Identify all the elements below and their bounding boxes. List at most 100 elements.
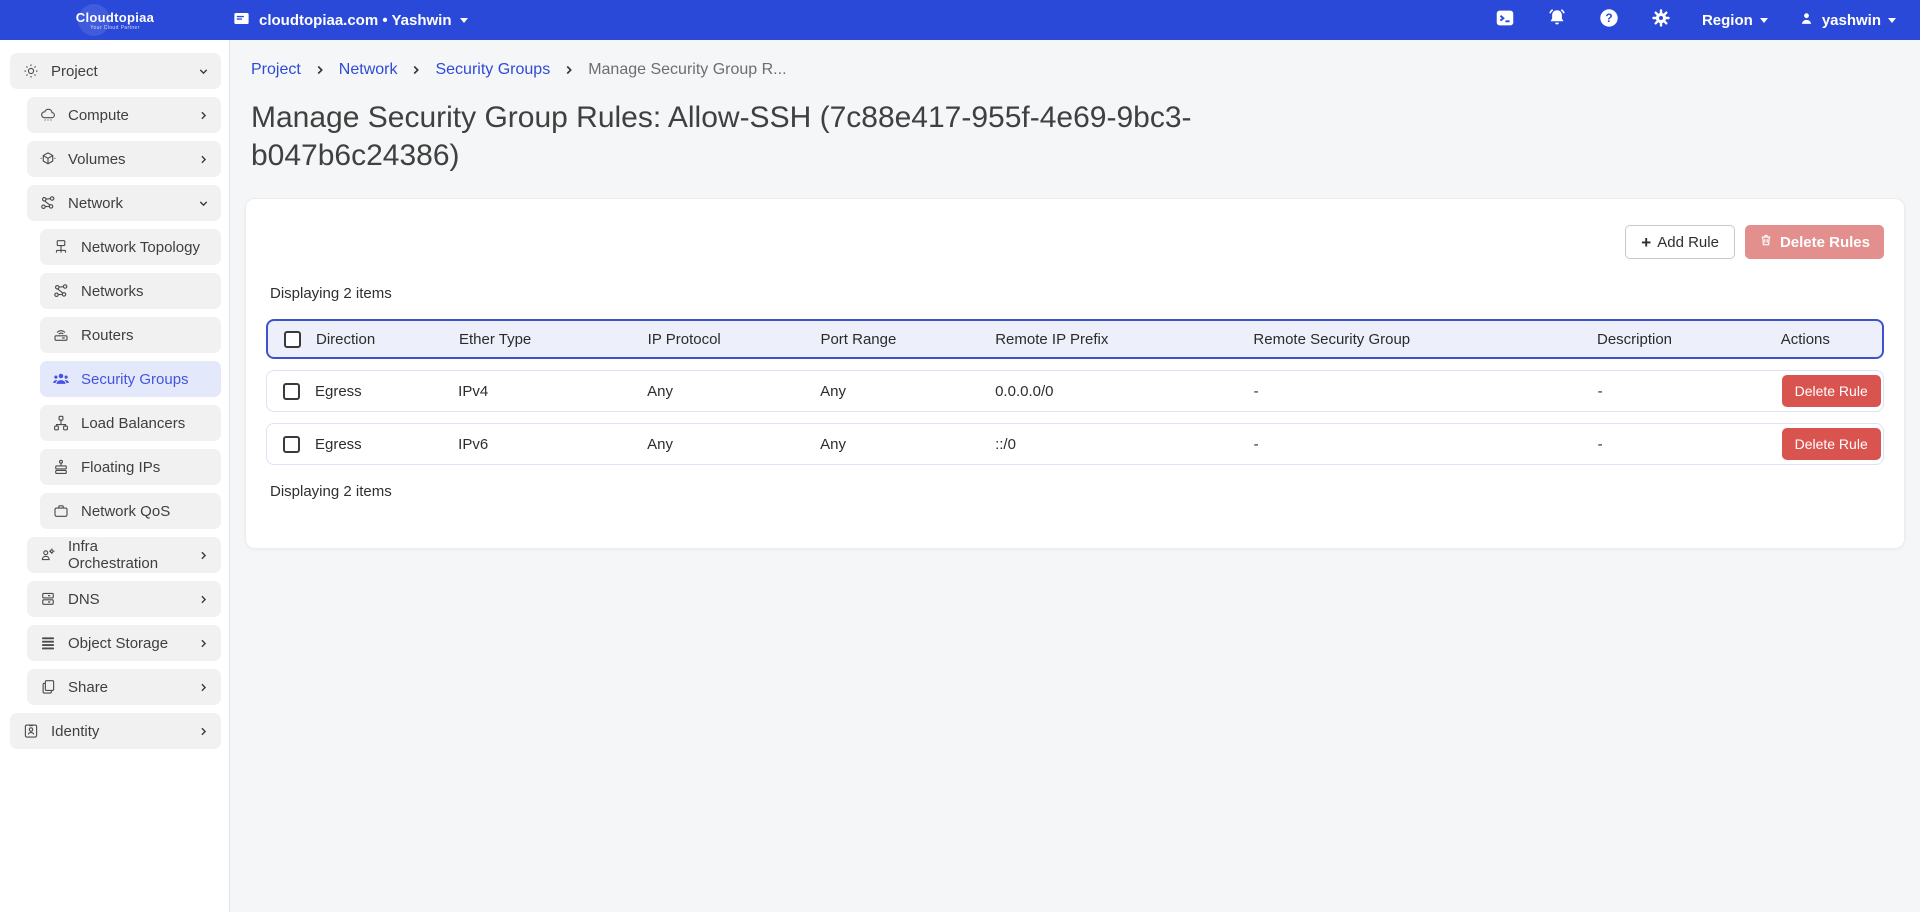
network-icon (39, 194, 57, 212)
settings-button[interactable] (1650, 9, 1672, 31)
security-groups-icon (52, 370, 70, 388)
column-header-ip-protocol: IP Protocol (648, 331, 821, 348)
sidebar-item-identity[interactable]: Identity (10, 713, 221, 749)
sidebar-item-share[interactable]: Share (27, 669, 221, 705)
column-header-description: Description (1597, 331, 1781, 348)
select-all-checkbox[interactable] (284, 331, 301, 348)
floating-ip-icon (52, 458, 70, 476)
domain-switcher[interactable]: cloudtopiaa.com • Yashwin (232, 9, 468, 32)
sidebar-item-label: Compute (68, 107, 129, 124)
help-icon: ? (1598, 7, 1620, 34)
chevron-right-icon (198, 594, 209, 605)
sidebar-item-volumes[interactable]: Volumes (27, 141, 221, 177)
add-rule-button[interactable]: + Add Rule (1625, 225, 1735, 259)
sidebar-item-networks[interactable]: Networks (40, 273, 221, 309)
delete-rule-button[interactable]: Delete Rule (1782, 428, 1881, 460)
cell-remote-security-group: - (1254, 383, 1598, 400)
delete-rules-button[interactable]: Delete Rules (1745, 225, 1884, 259)
window-icon (232, 9, 251, 32)
cell-description: - (1598, 436, 1782, 453)
sidebar-item-routers[interactable]: Routers (40, 317, 221, 353)
breadcrumb-separator-icon (314, 64, 326, 76)
cell-ip-protocol: Any (647, 436, 820, 453)
sidebar-item-security-groups[interactable]: Security Groups (40, 361, 221, 397)
brand-logo[interactable]: Cloudtopiaa Your Cloud Partner (0, 0, 230, 40)
sidebar-item-label: Infra Orchestration (68, 538, 187, 572)
plus-icon: + (1641, 234, 1651, 251)
breadcrumb-separator-icon (563, 64, 575, 76)
column-header-actions: Actions (1781, 331, 1882, 348)
cell-direction: Egress (315, 436, 458, 453)
load-balancer-icon (52, 414, 70, 432)
items-count-top: Displaying 2 items (270, 285, 1884, 302)
sidebar-item-network-qos[interactable]: Network QoS (40, 493, 221, 529)
delete-rules-label: Delete Rules (1780, 234, 1870, 251)
chevron-right-icon (198, 550, 209, 561)
sidebar-item-network-topology[interactable]: Network Topology (40, 229, 221, 265)
sidebar-item-label: Security Groups (81, 371, 189, 388)
sidebar-item-label: Identity (51, 723, 99, 740)
brand-tagline: Your Cloud Partner (90, 25, 140, 31)
main-content: Project Network Security Groups Manage S… (230, 40, 1920, 912)
breadcrumb-security-groups[interactable]: Security Groups (435, 61, 550, 79)
stacked-lines-icon (39, 634, 57, 652)
panel-actions: + Add Rule Delete Rules (266, 225, 1884, 259)
sidebar-item-compute[interactable]: Compute (27, 97, 221, 133)
add-rule-label: Add Rule (1657, 234, 1719, 251)
breadcrumb-network[interactable]: Network (339, 61, 398, 79)
caret-down-icon (460, 18, 468, 23)
breadcrumb-project[interactable]: Project (251, 61, 301, 79)
cell-ether-type: IPv4 (458, 383, 647, 400)
cell-description: - (1598, 383, 1782, 400)
sidebar-item-label: DNS (68, 591, 100, 608)
sidebar-item-label: Network QoS (81, 503, 170, 520)
sidebar-item-network[interactable]: Network (27, 185, 221, 221)
row-checkbox[interactable] (283, 383, 300, 400)
help-button[interactable]: ? (1598, 9, 1620, 31)
column-header-ether-type: Ether Type (459, 331, 648, 348)
sidebar-item-label: Networks (81, 283, 144, 300)
row-checkbox[interactable] (283, 436, 300, 453)
sidebar-item-dns[interactable]: DNS (27, 581, 221, 617)
chevron-right-icon (198, 154, 209, 165)
sidebar: Project Compute Volumes Network Network … (0, 40, 230, 912)
bell-icon (1546, 7, 1568, 34)
breadcrumb: Project Network Security Groups Manage S… (251, 61, 1905, 79)
column-header-direction: Direction (316, 331, 459, 348)
sidebar-item-label: Load Balancers (81, 415, 185, 432)
orchestration-icon (39, 546, 57, 564)
cell-remote-ip-prefix: ::/0 (995, 436, 1254, 453)
user-label: yashwin (1822, 12, 1881, 29)
briefcase-icon (52, 502, 70, 520)
sidebar-item-object-storage[interactable]: Object Storage (27, 625, 221, 661)
chevron-right-icon (198, 726, 209, 737)
sidebar-item-label: Project (51, 63, 98, 80)
chevron-right-icon (198, 638, 209, 649)
documents-icon (39, 678, 57, 696)
user-dropdown[interactable]: yashwin (1798, 10, 1896, 31)
notifications-button[interactable] (1546, 9, 1568, 31)
sidebar-item-load-balancers[interactable]: Load Balancers (40, 405, 221, 441)
table-header: Direction Ether Type IP Protocol Port Ra… (266, 319, 1884, 359)
cell-ip-protocol: Any (647, 383, 820, 400)
delete-rule-button[interactable]: Delete Rule (1782, 375, 1881, 407)
region-label: Region (1702, 12, 1753, 29)
cloud-icon (39, 106, 57, 124)
sidebar-item-label: Routers (81, 327, 134, 344)
sidebar-item-infra-orchestration[interactable]: Infra Orchestration (27, 537, 221, 573)
cube-icon (39, 150, 57, 168)
cell-port-range: Any (820, 436, 995, 453)
sidebar-item-label: Network (68, 195, 123, 212)
sidebar-item-floating-ips[interactable]: Floating IPs (40, 449, 221, 485)
router-icon (52, 326, 70, 344)
cell-remote-security-group: - (1254, 436, 1598, 453)
region-dropdown[interactable]: Region (1702, 12, 1768, 29)
chevron-down-icon (198, 66, 209, 77)
cell-direction: Egress (315, 383, 458, 400)
id-card-icon (22, 722, 40, 740)
caret-down-icon (1760, 18, 1768, 23)
sidebar-item-label: Volumes (68, 151, 126, 168)
sidebar-item-project[interactable]: Project (10, 53, 221, 89)
domain-switcher-label: cloudtopiaa.com • Yashwin (259, 12, 452, 29)
console-button[interactable] (1494, 9, 1516, 31)
